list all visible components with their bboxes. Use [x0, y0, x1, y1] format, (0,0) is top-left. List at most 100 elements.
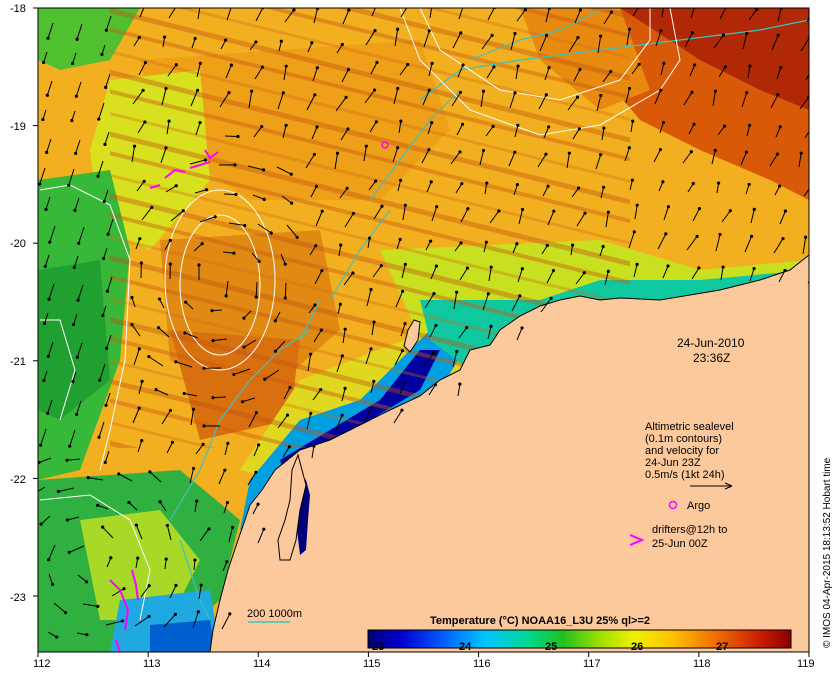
velocity-arrowhead [695, 234, 699, 238]
velocity-arrowhead [225, 500, 230, 505]
velocity-arrowhead [576, 186, 581, 190]
velocity-arrowhead [570, 243, 575, 247]
velocity-arrowhead [369, 347, 373, 351]
velocity-arrowhead [97, 117, 101, 121]
velocity-arrowhead [518, 294, 522, 298]
velocity-arrowhead [47, 558, 51, 562]
sst-map-figure: 200 1000m 24-Jun-2010 23:36Z Altimetric … [10, 1, 833, 670]
velocity-arrowhead [46, 411, 50, 415]
velocity-arrowhead [101, 525, 105, 529]
velocity-arrow [223, 193, 237, 196]
velocity-arrowhead [372, 88, 377, 92]
velocity-arrowhead [314, 244, 318, 248]
velocity-arrowhead [168, 408, 173, 413]
velocity-arrowhead [697, 206, 702, 211]
credit-text: © IMOS 04-Apr-2015 18:13:52 Hobart time [822, 457, 833, 648]
y-tick-label: -20 [10, 238, 26, 250]
velocity-arrowhead [465, 325, 469, 330]
velocity-arrowhead [130, 295, 134, 300]
velocity-arrowhead [552, 209, 556, 213]
velocity-arrowhead [150, 205, 154, 209]
velocity-arrowhead [75, 355, 79, 359]
velocity-arrowhead [575, 95, 580, 99]
map-panel: 200 1000m 24-Jun-2010 23:36Z Altimetric … [38, 1, 812, 652]
velocity-arrowhead [312, 444, 316, 448]
velocity-arrowhead [343, 386, 347, 390]
velocity-arrowhead [520, 326, 524, 330]
velocity-arrowhead [207, 527, 211, 531]
velocity-arrow [808, 224, 809, 225]
velocity-arrowhead [105, 289, 109, 293]
velocity-arrowhead [319, 328, 324, 332]
velocity-arrowhead [407, 4, 410, 7]
velocity-arrowhead [257, 443, 261, 447]
velocity-arrowhead [96, 503, 100, 507]
legend-line-1: Altimetric sealevel [645, 421, 734, 433]
x-tick-label: 117 [583, 658, 601, 670]
velocity-arrowhead [567, 151, 571, 155]
velocity-arrowhead [173, 612, 178, 616]
velocity-arrowhead [466, 207, 470, 211]
velocity-arrowhead [516, 64, 520, 68]
velocity-arrowhead [273, 319, 277, 323]
velocity-arrowhead [191, 407, 196, 411]
velocity-arrowhead [455, 290, 459, 294]
velocity-arrowhead [170, 440, 175, 444]
velocity-arrowhead [432, 291, 436, 296]
velocity-arrowhead [345, 186, 349, 190]
velocity-arrowhead [376, 1, 379, 4]
y-tick-label: -18 [10, 3, 26, 15]
velocity-arrowhead [223, 468, 227, 472]
date-label: 24-Jun-2010 [677, 336, 745, 350]
velocity-arrowhead [105, 346, 109, 350]
velocity-arrowhead [210, 309, 214, 313]
velocity-arrowhead [606, 210, 610, 214]
velocity-arrowhead [435, 205, 439, 209]
velocity-arrowhead [627, 146, 631, 150]
velocity-arrowhead [109, 556, 113, 560]
velocity-arrowhead [313, 93, 317, 97]
velocity-arrowhead [783, 268, 787, 273]
velocity-arrowhead [578, 67, 582, 72]
colorbar-tick: 27 [716, 641, 728, 653]
velocity-arrowhead [102, 199, 106, 204]
velocity-arrowhead [627, 27, 632, 31]
velocity-arrowhead [103, 142, 107, 146]
velocity-arrowhead [44, 207, 48, 211]
velocity-arrowhead [520, 267, 524, 271]
velocity-arrowhead [223, 38, 228, 42]
velocity-arrowhead [658, 147, 663, 152]
velocity-arrowhead [100, 52, 104, 57]
velocity-arrowhead [288, 385, 292, 390]
colorbar-title: Temperature (°C) NOAA16_L3U 25% ql>=2 [430, 615, 650, 627]
velocity-arrowhead [745, 31, 749, 36]
velocity-arrowhead [225, 560, 229, 564]
velocity-arrowhead [637, 62, 641, 66]
velocity-arrowhead [41, 117, 45, 122]
velocity-arrowhead [339, 243, 343, 247]
velocity-arrowhead [313, 303, 317, 307]
x-axis-labels: 112 113 114 115 116 117 118 119 [33, 658, 815, 670]
velocity-arrowhead [320, 209, 324, 213]
velocity-arrowhead [692, 122, 696, 126]
velocity-arrowhead [262, 197, 266, 201]
velocity-arrowhead [400, 408, 404, 412]
velocity-arrowhead [240, 400, 245, 404]
velocity-arrowhead [609, 69, 613, 74]
velocity-arrowhead [43, 264, 47, 269]
velocity-arrowhead [73, 208, 77, 212]
velocity-arrowhead [458, 382, 462, 386]
velocity-arrowhead [635, 203, 639, 207]
velocity-arrowhead [75, 412, 79, 416]
velocity-arrowhead [458, 150, 462, 154]
velocity-arrowhead [809, 127, 812, 130]
velocity-arrowhead [606, 269, 610, 273]
velocity-arrowhead [174, 63, 178, 67]
velocity-arrowhead [199, 3, 202, 6]
velocity-arrowhead [142, 179, 146, 183]
velocity-arrowhead [486, 292, 490, 296]
velocity-arrowhead [137, 347, 141, 351]
velocity-arrowhead [211, 396, 215, 400]
velocity-arrowhead [309, 352, 313, 356]
velocity-arrowhead [462, 4, 465, 7]
